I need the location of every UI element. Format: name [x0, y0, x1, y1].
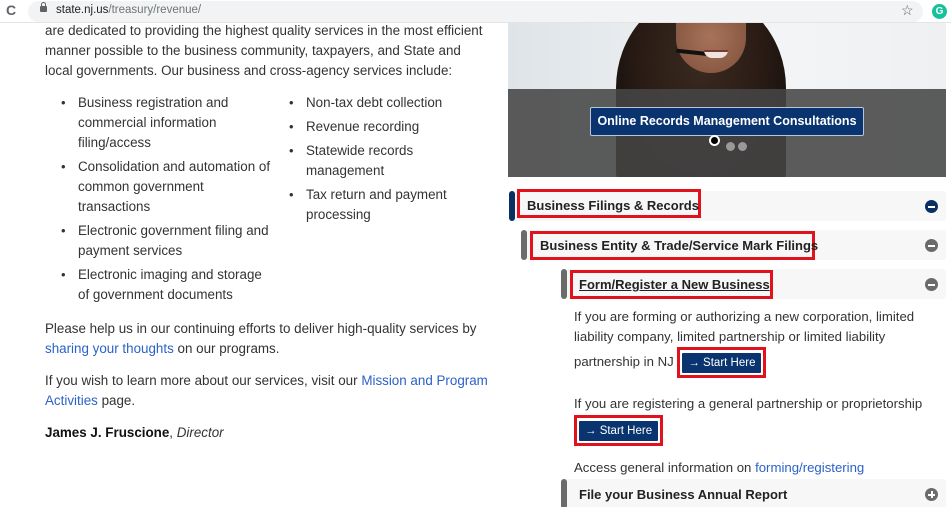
accordion-annual-report[interactable]: File your Business Annual Report: [561, 479, 946, 507]
services-column-2: Non-tax debt collection Revenue recordin…: [273, 93, 463, 309]
accordion-form-register[interactable]: Form/Register a New Business: [561, 269, 946, 299]
service-item: Revenue recording: [289, 117, 463, 137]
forming-registering-link[interactable]: forming/registering: [755, 460, 864, 475]
accordion-indicator: [561, 479, 567, 507]
accordion-indicator: [561, 269, 567, 299]
carousel-dot-2[interactable]: [726, 142, 735, 151]
corporation-paragraph: If you are forming or authorizing a new …: [574, 307, 934, 378]
mission-text-end: page.: [97, 393, 136, 408]
highlight-box: → Start Here: [574, 415, 664, 446]
director-title: Director: [176, 425, 224, 440]
form-register-content: If you are forming or authorizing a new …: [574, 307, 934, 478]
accordion-title[interactable]: Business Entity & Trade/Service Mark Fil…: [540, 237, 818, 254]
director-name: James J. Fruscione: [45, 425, 170, 440]
partnership-paragraph: If you are registering a general partner…: [574, 394, 934, 446]
accordion-indicator: [521, 230, 527, 260]
accordion-title[interactable]: Business Filings & Records: [527, 197, 699, 214]
url-domain: state.nj.us: [56, 4, 109, 16]
address-bar[interactable]: state.nj.us/treasury/revenue/ ☆: [28, 1, 923, 22]
services-list: Business registration and commercial inf…: [45, 93, 490, 309]
url-path: /treasury/revenue/: [108, 4, 202, 16]
feedback-text-end: on our programs.: [173, 341, 280, 356]
reload-icon[interactable]: C: [6, 2, 16, 18]
lock-icon[interactable]: [40, 2, 47, 12]
expand-plus-icon[interactable]: [925, 488, 938, 501]
accordion-indicator: [509, 191, 515, 221]
sharing-thoughts-link[interactable]: sharing your thoughts: [45, 341, 174, 356]
service-item: Business registration and commercial inf…: [61, 93, 273, 153]
signature-separator: ,: [169, 425, 177, 440]
start-here-button-partnership[interactable]: → Start Here: [579, 421, 659, 441]
general-info-text: Access general information on: [574, 460, 756, 475]
accordion-title[interactable]: Form/Register a New Business: [579, 276, 770, 293]
director-signature: James J. Fruscione, Director: [45, 423, 490, 443]
mission-paragraph: If you wish to learn more about our serv…: [45, 371, 490, 411]
service-item: Electronic government filing and payment…: [61, 221, 273, 261]
highlight-box: → Start Here: [677, 347, 767, 378]
general-info-paragraph: Access general information on forming/re…: [574, 458, 934, 478]
accordion-business-filings[interactable]: Business Filings & Records: [509, 189, 946, 221]
accordion-business-entity[interactable]: Business Entity & Trade/Service Mark Fil…: [521, 230, 946, 260]
grammarly-icon[interactable]: G: [932, 4, 947, 19]
service-item: Non-tax debt collection: [289, 93, 463, 113]
mission-text: If you wish to learn more about our serv…: [45, 373, 362, 388]
feedback-text: Please help us in our continuing efforts…: [45, 321, 477, 336]
hero-carousel: Online Records Management Consultations: [508, 23, 946, 177]
browser-toolbar: C state.nj.us/treasury/revenue/ ☆ G: [0, 0, 951, 23]
service-item: Consolidation and automation of common g…: [61, 157, 273, 217]
feedback-paragraph: Please help us in our continuing efforts…: [45, 319, 490, 359]
service-item: Tax return and payment processing: [289, 185, 463, 225]
accordion-title[interactable]: File your Business Annual Report: [579, 486, 787, 503]
collapse-minus-icon[interactable]: [925, 239, 938, 252]
service-item: Electronic imaging and storage of govern…: [61, 265, 273, 305]
services-column-1: Business registration and commercial inf…: [45, 93, 273, 309]
url-text[interactable]: state.nj.us/treasury/revenue/: [56, 4, 201, 16]
collapse-minus-icon[interactable]: [925, 278, 938, 291]
start-here-button-corporation[interactable]: → Start Here: [682, 353, 762, 373]
service-item: Statewide records management: [289, 141, 463, 181]
collapse-minus-icon[interactable]: [925, 200, 938, 213]
star-icon[interactable]: ☆: [901, 2, 914, 19]
records-consultations-button[interactable]: Online Records Management Consultations: [590, 107, 864, 136]
intro-paragraph: are dedicated to providing the highest q…: [45, 23, 483, 78]
main-content: are dedicated to providing the highest q…: [45, 23, 490, 443]
carousel-dot-1[interactable]: [709, 135, 720, 146]
partnership-text: If you are registering a general partner…: [574, 396, 923, 411]
carousel-dot-3[interactable]: [738, 142, 747, 151]
